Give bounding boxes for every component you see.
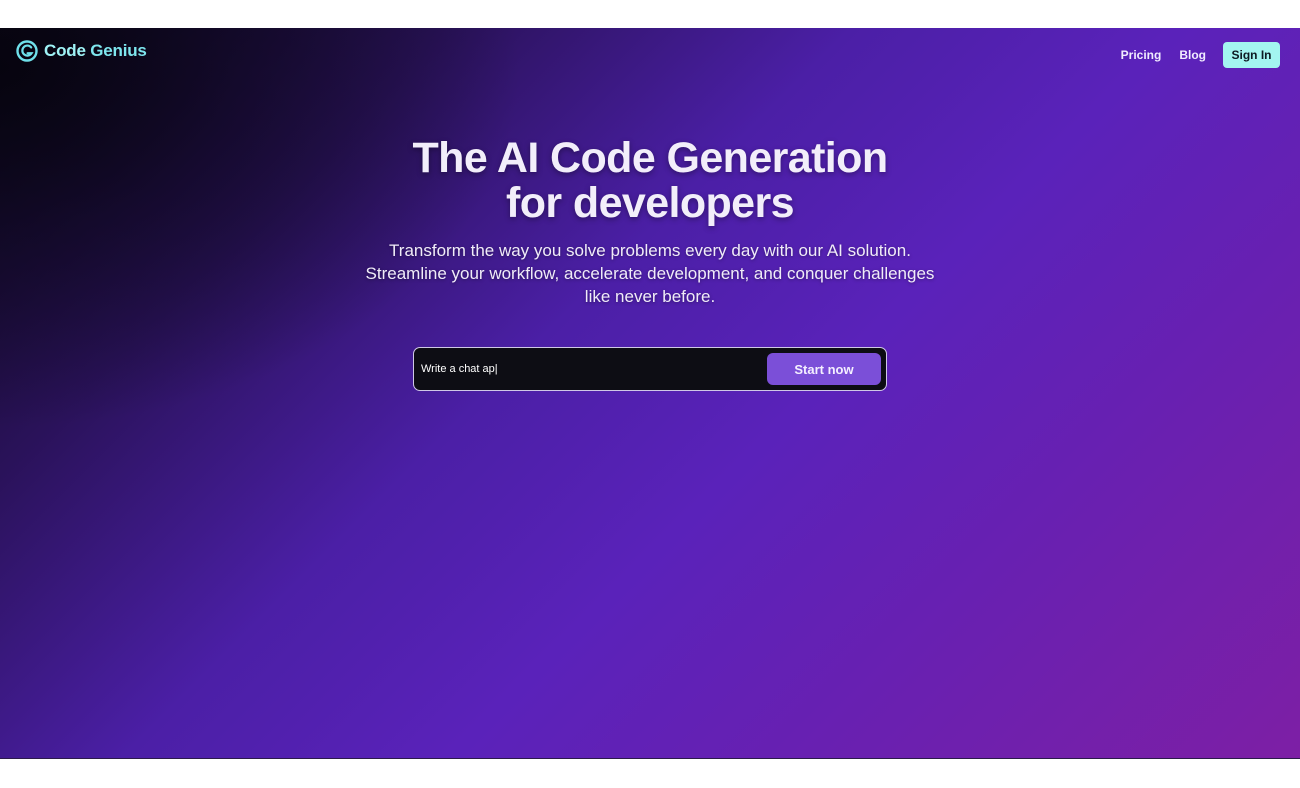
hero-subtitle-line-3: like never before.: [584, 287, 716, 306]
top-navigation: Code Genius Pricing Blog Sign In: [0, 28, 1300, 80]
brand-name: Code Genius: [44, 41, 147, 61]
sign-in-button[interactable]: Sign In: [1223, 42, 1280, 68]
prompt-input[interactable]: [421, 354, 767, 384]
prompt-form: Start now: [413, 347, 887, 391]
hero-title-line-1: The AI Code Generation: [412, 134, 889, 182]
hero-subtitle: Transform the way you solve problems eve…: [350, 239, 950, 308]
nav-links: Pricing Blog Sign In: [1121, 42, 1280, 68]
code-genius-logo-icon: [16, 40, 38, 62]
brand-name-genius: Genius: [85, 41, 147, 60]
hero-title: The AI Code Generation for developers: [0, 136, 1300, 226]
brand-name-code: Code: [44, 41, 86, 60]
brand-logo[interactable]: Code Genius: [16, 40, 147, 62]
hero-subtitle-line-2: Streamline your workflow, accelerate dev…: [365, 264, 935, 283]
hero-subtitle-line-1: Transform the way you solve problems eve…: [389, 241, 911, 260]
hero-section: Code Genius Pricing Blog Sign In The AI …: [0, 28, 1300, 758]
start-now-button[interactable]: Start now: [767, 353, 881, 385]
browser-bottom-margin: [0, 758, 1300, 788]
browser-top-margin: [0, 0, 1300, 28]
hero-title-line-2: for developers: [506, 179, 795, 227]
nav-link-pricing[interactable]: Pricing: [1121, 48, 1162, 62]
nav-link-blog[interactable]: Blog: [1179, 48, 1206, 62]
